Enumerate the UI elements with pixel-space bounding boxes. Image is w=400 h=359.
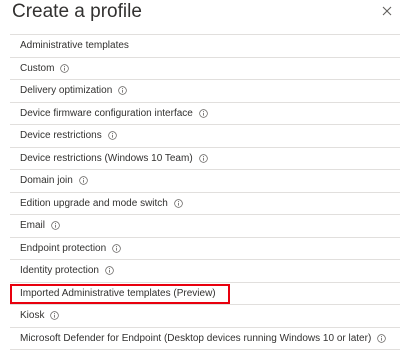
profile-type-label: Administrative templates (20, 40, 129, 52)
page-title: Create a profile (12, 1, 142, 22)
info-icon[interactable] (198, 154, 208, 163)
profile-type-item[interactable]: Device restrictions (10, 125, 400, 148)
profile-type-label: Identity protection (20, 265, 99, 277)
profile-type-label: Delivery optimization (20, 85, 113, 97)
profile-type-item[interactable]: Delivery optimization (10, 80, 400, 103)
profile-type-label: Imported Administrative templates (Previ… (20, 287, 216, 299)
profile-type-item[interactable]: Edition upgrade and mode switch (10, 193, 400, 215)
info-icon[interactable] (377, 334, 387, 343)
profile-type-item[interactable]: Custom (10, 58, 400, 80)
profile-type-item[interactable]: Microsoft Defender for Endpoint (Desktop… (10, 328, 400, 350)
profile-type-label: Device firmware configuration interface (20, 107, 193, 119)
info-icon[interactable] (118, 86, 127, 95)
profile-type-item[interactable]: Imported Administrative templates (Previ… (10, 283, 400, 305)
info-icon[interactable] (79, 176, 88, 185)
profile-type-item[interactable]: Identity protection (10, 260, 400, 283)
profile-type-list: Administrative templates Custom Delivery o… (10, 34, 400, 350)
info-icon[interactable] (50, 311, 60, 320)
profile-type-label: Microsoft Defender for Endpoint (Desktop… (20, 332, 372, 344)
profile-type-item[interactable]: Domain join (10, 170, 400, 193)
info-icon[interactable] (174, 199, 183, 208)
info-icon[interactable] (105, 266, 114, 275)
profile-type-item[interactable]: Device restrictions (Windows 10 Team) (10, 148, 400, 170)
profile-type-item[interactable]: Endpoint protection (10, 238, 400, 260)
profile-type-label: Kiosk (20, 310, 45, 322)
profile-type-item[interactable]: Kiosk (10, 305, 400, 328)
create-profile-panel: Create a profile Administrative template… (0, 0, 400, 359)
profile-type-label: Edition upgrade and mode switch (20, 197, 168, 209)
info-icon[interactable] (112, 244, 121, 253)
profile-type-item[interactable]: Administrative templates (10, 35, 400, 58)
profile-type-label: Domain join (20, 175, 73, 187)
info-icon[interactable] (60, 64, 70, 73)
close-icon[interactable] (380, 4, 394, 18)
profile-type-item[interactable]: Device firmware configuration interface (10, 103, 400, 125)
profile-type-label: Device restrictions (20, 130, 102, 142)
profile-type-item[interactable]: Email (10, 215, 400, 238)
info-icon[interactable] (199, 109, 208, 118)
profile-type-label: Email (20, 220, 46, 232)
profile-type-label: Custom (20, 62, 55, 74)
profile-type-label: Endpoint protection (20, 242, 107, 254)
info-icon[interactable] (107, 131, 117, 140)
info-icon[interactable] (51, 221, 60, 230)
profile-type-label: Device restrictions (Windows 10 Team) (20, 152, 193, 164)
